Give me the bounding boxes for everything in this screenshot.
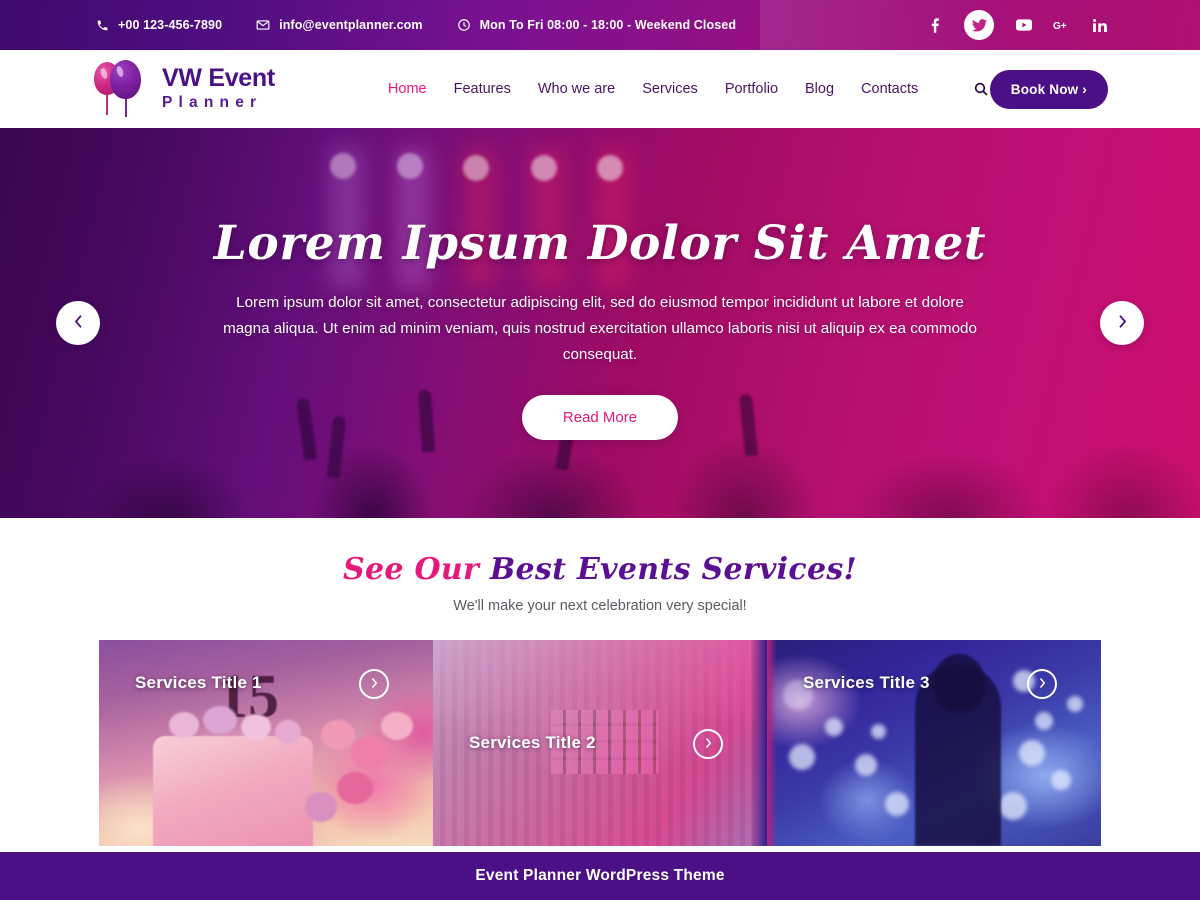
youtube-icon[interactable]	[1015, 17, 1032, 34]
phone-icon	[96, 19, 109, 32]
site-header: VW Event Planner Home Features Who we ar…	[0, 50, 1200, 128]
services-heading-part-2: Best Events Services!	[489, 552, 857, 587]
read-more-button[interactable]: Read More	[521, 395, 679, 440]
slider-next-button[interactable]	[1100, 301, 1144, 345]
linkedin-icon[interactable]	[1091, 17, 1108, 34]
google-plus-icon[interactable]: G+	[1053, 17, 1070, 34]
balloons-icon	[94, 58, 152, 120]
main-navigation: Home Features Who we are Services Portfo…	[388, 81, 989, 97]
site-footer: Event Planner WordPress Theme	[0, 852, 1200, 900]
book-now-button[interactable]: Book Now ›	[989, 69, 1108, 109]
services-section: See Our Best Events Services! We'll make…	[0, 518, 1200, 846]
service-card-3-arrow-button[interactable]	[1027, 669, 1057, 699]
hero-slider: Lorem Ipsum Dolor Sit Amet Lorem ipsum d…	[0, 128, 1200, 518]
nav-item-services[interactable]: Services	[642, 81, 698, 97]
services-heading-part-1: See Our	[342, 552, 490, 587]
site-logo[interactable]: VW Event Planner	[94, 58, 275, 120]
hero-paragraph: Lorem ipsum dolor sit amet, consectetur …	[223, 294, 977, 363]
service-card-2[interactable]: Services Title 2	[433, 640, 767, 846]
twitter-icon[interactable]	[964, 10, 994, 40]
service-card-1-image: 15	[99, 640, 433, 846]
chevron-right-icon	[370, 677, 378, 692]
topbar-hours-label: Mon To Fri 08:00 - 18:00 - Weekend Close…	[479, 18, 737, 32]
topbar-phone-label: +00 123-456-7890	[118, 18, 223, 32]
topbar-hours: Mon To Fri 08:00 - 18:00 - Weekend Close…	[457, 18, 736, 32]
logo-secondary-text: Planner	[162, 93, 263, 111]
chevron-left-icon	[73, 314, 84, 332]
nav-item-portfolio[interactable]: Portfolio	[725, 81, 778, 97]
social-links: G+	[926, 0, 1108, 50]
nav-item-features[interactable]: Features	[454, 81, 511, 97]
nav-item-contacts[interactable]: Contacts	[861, 81, 918, 97]
topbar-email-label: info@eventplanner.com	[279, 18, 423, 32]
nav-item-home[interactable]: Home	[388, 81, 427, 97]
topbar-contact-group: +00 123-456-7890 info@eventplanner.com M…	[96, 18, 736, 32]
svg-text:G+: G+	[1053, 21, 1067, 31]
chevron-right-icon	[1117, 314, 1128, 332]
nav-item-blog[interactable]: Blog	[805, 81, 834, 97]
services-heading: See Our Best Events Services!	[0, 552, 1200, 587]
service-card-1-label: Services Title 1	[135, 673, 262, 692]
service-card-1[interactable]: 15 Services Title 1	[99, 640, 433, 846]
nav-item-who-we-are[interactable]: Who we are	[538, 81, 615, 97]
topbar-email[interactable]: info@eventplanner.com	[256, 18, 423, 32]
service-card-2-label: Services Title 2	[469, 733, 596, 752]
service-card-1-arrow-button[interactable]	[359, 669, 389, 699]
service-card-3-image	[767, 640, 1101, 846]
footer-text: Event Planner WordPress Theme	[475, 867, 725, 884]
hero-title: Lorem Ipsum Dolor Sit Amet	[213, 216, 987, 271]
facebook-icon[interactable]	[926, 17, 943, 34]
logo-primary-text: VW Event	[162, 63, 275, 92]
service-card-3-label: Services Title 3	[803, 673, 930, 692]
service-card-3[interactable]: Services Title 3	[767, 640, 1101, 846]
service-card-2-arrow-button[interactable]	[693, 729, 723, 759]
top-contact-bar: +00 123-456-7890 info@eventplanner.com M…	[0, 0, 1200, 50]
services-card-grid: 15 Services Title 1 Services Title 2 Ser…	[99, 640, 1101, 846]
clock-icon	[457, 18, 471, 32]
search-icon[interactable]	[973, 81, 989, 97]
slider-prev-button[interactable]	[56, 301, 100, 345]
envelope-icon	[256, 18, 270, 32]
chevron-right-icon	[1038, 677, 1046, 692]
services-subtitle: We'll make your next celebration very sp…	[453, 598, 747, 614]
chevron-right-icon	[704, 737, 712, 752]
topbar-phone[interactable]: +00 123-456-7890	[96, 18, 222, 32]
